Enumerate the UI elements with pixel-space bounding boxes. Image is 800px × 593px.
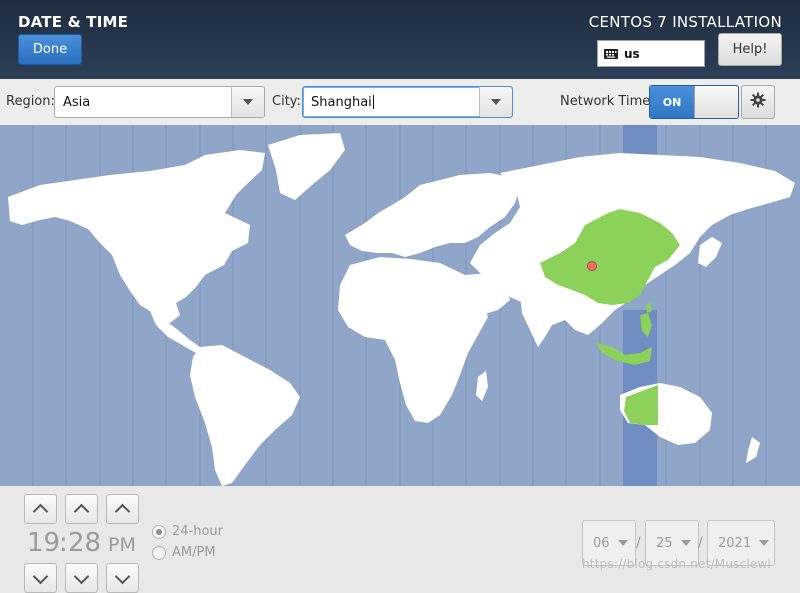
minute-down-button[interactable] (65, 563, 98, 593)
gear-icon (750, 92, 766, 112)
timezone-map[interactable] (0, 125, 800, 486)
region-label: Region: (6, 94, 55, 109)
meridiem-up-button[interactable] (106, 494, 139, 524)
region-combobox[interactable]: Asia (54, 86, 265, 118)
chevron-up-icon (114, 503, 131, 519)
switch-knob[interactable] (694, 86, 738, 118)
year-value: 2021 (718, 535, 752, 551)
chevron-down-icon (114, 568, 131, 584)
chevron-down-icon (243, 99, 253, 105)
meridiem-down-button[interactable] (106, 563, 139, 593)
meridiem-value: PM (108, 534, 136, 556)
hour-down-button[interactable] (24, 563, 57, 593)
help-button[interactable]: Help! (718, 33, 782, 66)
keyboard-layout-indicator[interactable]: us (597, 40, 705, 67)
format-ampm-radio[interactable] (152, 546, 166, 560)
chevron-up-icon (32, 503, 49, 519)
keyboard-layout-label: us (624, 46, 640, 61)
day-value: 25 (656, 535, 673, 551)
text-cursor (372, 95, 374, 109)
keyboard-icon (604, 48, 618, 59)
header-bar: DATE & TIME CENTOS 7 INSTALLATION Done u… (0, 0, 800, 79)
city-input[interactable]: Shanghai (303, 95, 479, 110)
japan-landmass (698, 237, 722, 267)
chevron-down-icon (617, 540, 628, 546)
madagascar-landmass (476, 371, 488, 401)
chevron-down-icon (73, 568, 90, 584)
city-dropdown-button[interactable] (479, 87, 512, 117)
south-america-landmass (190, 345, 300, 486)
chevron-up-icon (73, 503, 90, 519)
network-time-switch[interactable]: ON (649, 85, 739, 119)
radio-selected-dot (156, 529, 162, 535)
chevron-down-icon (491, 99, 501, 105)
hour-up-button[interactable] (24, 494, 57, 524)
month-value: 06 (593, 535, 610, 551)
ntp-settings-button[interactable] (741, 85, 775, 119)
region-value: Asia (63, 94, 91, 110)
watermark: https://blog.csdn.net/Musclewl (582, 557, 772, 571)
central-america-landmass (150, 311, 205, 355)
chevron-down-icon (680, 540, 691, 546)
product-title: CENTOS 7 INSTALLATION (588, 13, 782, 31)
done-button[interactable]: Done (18, 34, 82, 65)
date-separator: / (636, 535, 641, 551)
minute-up-button[interactable] (65, 494, 98, 524)
format-24h-radio[interactable] (152, 525, 166, 539)
chevron-down-icon (759, 540, 770, 546)
network-time-label: Network Time (560, 94, 651, 109)
format-24h-label: 24-hour (172, 524, 224, 539)
hour-value: 19 (27, 528, 61, 558)
new-zealand-landmass (746, 437, 760, 463)
page-title: DATE & TIME (18, 13, 129, 31)
date-separator: / (698, 535, 703, 551)
city-combobox[interactable]: Shanghai (302, 86, 513, 118)
minute-value: 28 (68, 528, 102, 558)
city-label: City: (272, 94, 301, 109)
city-value: Shanghai (311, 94, 372, 110)
location-marker (587, 261, 597, 271)
switch-on-label: ON (650, 86, 694, 118)
india-landmass (520, 290, 560, 347)
region-dropdown-button[interactable] (231, 87, 264, 117)
north-america-landmass (8, 150, 265, 323)
format-ampm-label: AM/PM (172, 545, 216, 560)
time-separator: : (59, 528, 68, 558)
chevron-down-icon (32, 568, 49, 584)
